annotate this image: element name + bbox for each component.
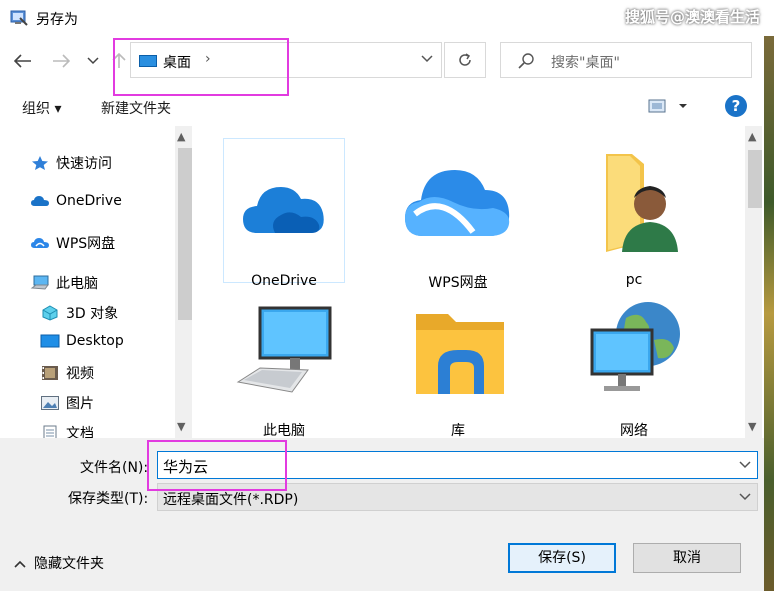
sidebar-scroll-up-icon[interactable]: ▲ <box>177 130 185 143</box>
sidebar-item-label: 图片 <box>66 396 94 412</box>
pictures-icon <box>41 396 59 410</box>
list-item-network[interactable]: 网络 <box>573 286 695 438</box>
filename-label: 文件名(N): <box>80 460 149 476</box>
file-list-scrollbar-thumb[interactable] <box>748 150 762 208</box>
sidebar-item-label: OneDrive <box>56 193 122 209</box>
annotation-highlight-filename <box>147 440 287 491</box>
sidebar-scrollbar-thumb[interactable] <box>178 148 192 320</box>
sidebar-item-3d-objects[interactable]: 3D 对象 <box>40 303 118 323</box>
onedrive-cloud-icon <box>31 196 49 206</box>
filetype-label: 保存类型(T): <box>68 491 149 507</box>
arrow-right-icon <box>53 54 70 68</box>
chevron-down-icon <box>87 57 99 65</box>
sidebar-item-desktop[interactable]: Desktop <box>40 333 124 349</box>
file-list-scroll-down-icon[interactable]: ▼ <box>748 420 756 433</box>
hide-folders-label: 隐藏文件夹 <box>34 556 104 572</box>
forward-button[interactable] <box>50 50 72 72</box>
back-button[interactable] <box>12 50 34 72</box>
recent-locations-button[interactable] <box>82 50 104 72</box>
wps-cloud-icon <box>405 170 510 236</box>
file-list: OneDrive WPS网盘 pc 此电脑 库 网络 <box>196 126 762 438</box>
sidebar-item-wps[interactable]: WPS网盘 <box>30 233 115 253</box>
list-item-label: 库 <box>451 423 465 438</box>
list-item-onedrive[interactable]: OneDrive <box>223 138 345 289</box>
search-input[interactable]: 搜索"桌面" <box>551 52 620 72</box>
organize-menu[interactable]: 组织 ▾ <box>22 98 61 118</box>
sidebar-item-label: 此电脑 <box>56 276 98 292</box>
sidebar-item-label: WPS网盘 <box>56 236 116 252</box>
desktop-icon <box>40 334 60 348</box>
sidebar-item-this-pc[interactable]: 此电脑 <box>30 273 98 293</box>
sidebar-item-onedrive[interactable]: OneDrive <box>30 193 122 209</box>
sidebar-item-label: 快速访问 <box>56 156 112 172</box>
list-item-label: 网络 <box>620 423 648 438</box>
filetype-value: 远程桌面文件(*.RDP) <box>163 492 299 508</box>
search-icon <box>518 53 534 69</box>
save-as-icon <box>10 10 28 26</box>
sidebar-item-documents[interactable]: 文档 <box>40 423 94 438</box>
sidebar-item-videos[interactable]: 视频 <box>40 363 94 383</box>
list-item-library[interactable]: 库 <box>397 286 519 438</box>
computer-icon <box>236 306 332 393</box>
save-button[interactable]: 保存(S) <box>508 543 616 573</box>
documents-icon <box>43 425 57 438</box>
user-folder-icon <box>606 154 678 252</box>
navigation-pane: 快速访问 OneDrive WPS网盘 此电脑 3D 对象 Desktop 视频… <box>0 126 194 438</box>
onedrive-cloud-icon <box>243 187 324 233</box>
file-list-scroll-up-icon[interactable]: ▲ <box>748 130 756 143</box>
hide-folders-toggle[interactable]: 隐藏文件夹 <box>14 553 104 573</box>
sidebar-item-label: 3D 对象 <box>66 306 119 322</box>
arrow-left-icon <box>14 54 31 68</box>
chevron-up-icon <box>14 560 26 568</box>
list-item-wps[interactable]: WPS网盘 <box>397 138 519 291</box>
list-item-pc[interactable]: pc <box>573 138 695 288</box>
wps-cloud-icon <box>31 238 49 248</box>
new-folder-button[interactable]: 新建文件夹 <box>101 98 171 118</box>
refresh-button[interactable] <box>444 42 486 78</box>
refresh-icon <box>459 53 471 66</box>
sidebar-scroll-down-icon[interactable]: ▼ <box>177 420 185 433</box>
library-folder-icon <box>416 314 504 394</box>
sidebar-item-quick-access[interactable]: 快速访问 <box>30 153 112 173</box>
sidebar-item-label: 文档 <box>66 426 94 438</box>
window-title: 另存为 <box>36 12 78 28</box>
sidebar-item-label: 视频 <box>66 366 94 382</box>
view-icon <box>648 99 687 113</box>
video-icon <box>42 366 58 380</box>
3d-objects-icon <box>42 305 58 321</box>
cancel-button[interactable]: 取消 <box>633 543 741 573</box>
list-item-label: 此电脑 <box>263 423 305 438</box>
address-dropdown-icon[interactable] <box>421 52 433 66</box>
computer-icon <box>30 275 49 290</box>
background-window-edge <box>764 36 774 591</box>
search-box[interactable]: 搜索"桌面" <box>500 42 752 78</box>
help-button[interactable]: ? <box>725 95 747 117</box>
watermark: 搜狐号@澳澳看生活 <box>624 8 760 26</box>
view-options-button[interactable] <box>648 98 692 118</box>
list-item-this-pc[interactable]: 此电脑 <box>223 286 345 438</box>
network-icon <box>590 302 680 391</box>
sidebar-item-pictures[interactable]: 图片 <box>40 393 94 413</box>
filename-dropdown-icon[interactable] <box>739 459 751 472</box>
title-bar: 另存为 搜狐号@澳澳看生活 <box>0 0 774 36</box>
toolbar: 组织 ▾ 新建文件夹 ? <box>0 88 774 126</box>
star-icon <box>32 156 48 170</box>
filetype-dropdown-icon[interactable] <box>739 491 751 504</box>
sidebar-item-label: Desktop <box>66 333 124 349</box>
